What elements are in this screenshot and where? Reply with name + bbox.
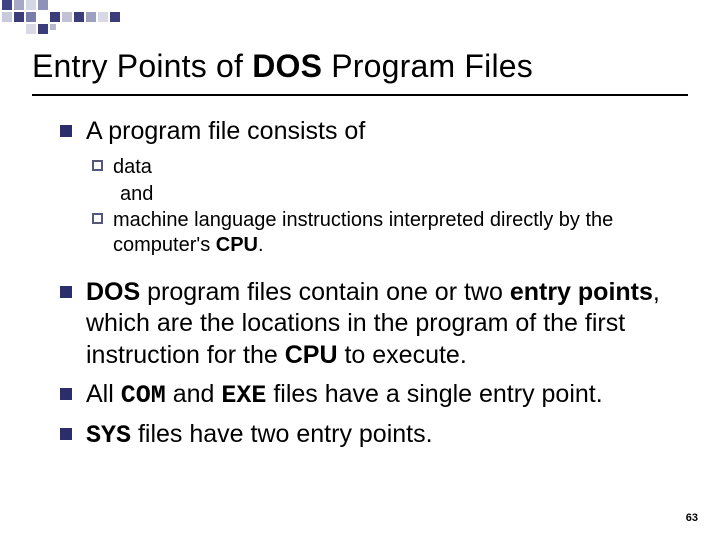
bullet-group-2: DOS program files contain one or two ent… bbox=[60, 277, 678, 451]
bullet-outline-icon bbox=[92, 160, 103, 171]
sub-machine-post: . bbox=[258, 234, 264, 256]
b4-sys: SYS bbox=[86, 421, 131, 450]
b2-dos: DOS bbox=[86, 278, 140, 306]
bullet-square-icon bbox=[60, 286, 72, 298]
bullet-1: A program file consists of bbox=[60, 116, 678, 147]
sub-machine-cpu: CPU bbox=[216, 234, 258, 256]
bullet-3: All COM and EXE files have a single entr… bbox=[60, 379, 678, 411]
bullet-4-text: SYS files have two entry points. bbox=[86, 419, 433, 451]
title-underline bbox=[32, 94, 688, 96]
title-pre: Entry Points of bbox=[32, 48, 252, 84]
b3-com: COM bbox=[121, 381, 166, 410]
b2-entry: entry points bbox=[510, 278, 653, 306]
and-text: and bbox=[120, 183, 678, 206]
bullet-square-icon bbox=[60, 125, 72, 137]
b4-post: files have two entry points. bbox=[131, 420, 433, 448]
sub-bullets: data and machine language instructions i… bbox=[92, 155, 678, 259]
b3-pre: All bbox=[86, 380, 121, 408]
sub-bullet-data: data bbox=[92, 155, 678, 181]
sub-data-text: data bbox=[113, 155, 152, 181]
bullet-1-text: A program file consists of bbox=[86, 116, 365, 147]
content-area: A program file consists of data and mach… bbox=[60, 116, 678, 459]
b3-exe: EXE bbox=[221, 381, 266, 410]
bullet-2: DOS program files contain one or two ent… bbox=[60, 277, 678, 371]
sub-bullet-machine: machine language instructions interprete… bbox=[92, 208, 678, 259]
bullet-4: SYS files have two entry points. bbox=[60, 419, 678, 451]
b2-cpu: CPU bbox=[285, 341, 338, 369]
bullet-square-icon bbox=[60, 428, 72, 440]
title-post: Program Files bbox=[322, 48, 533, 84]
b3-and: and bbox=[166, 380, 222, 408]
slide-title: Entry Points of DOS Program Files bbox=[32, 48, 533, 85]
bullet-outline-icon bbox=[92, 213, 103, 224]
title-dos: DOS bbox=[252, 48, 322, 84]
b2-post: to execute. bbox=[338, 341, 467, 369]
bullet-square-icon bbox=[60, 388, 72, 400]
bullet-2-text: DOS program files contain one or two ent… bbox=[86, 277, 678, 371]
page-number: 63 bbox=[686, 512, 698, 524]
b3-post: files have a single entry point. bbox=[266, 380, 602, 408]
bullet-3-text: All COM and EXE files have a single entr… bbox=[86, 379, 603, 411]
sub-machine-text: machine language instructions interprete… bbox=[113, 208, 678, 259]
sub-machine-pre: machine language instructions interprete… bbox=[113, 209, 613, 257]
b2-mid1: program files contain one or two bbox=[140, 278, 510, 306]
